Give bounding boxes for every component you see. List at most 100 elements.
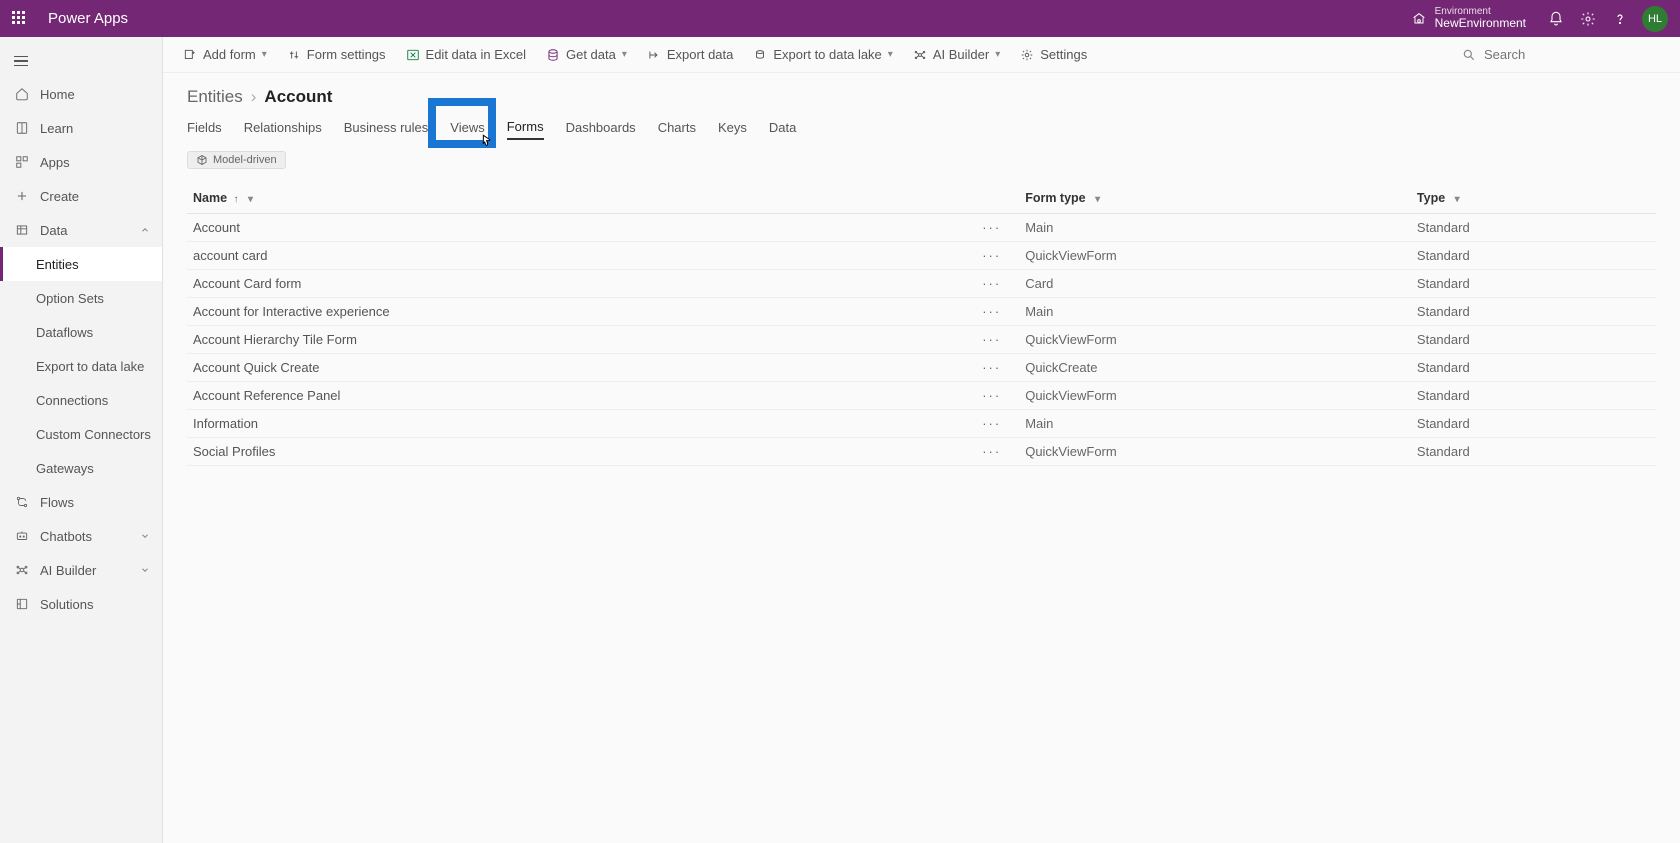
sidebar-item-label: Solutions xyxy=(40,597,93,612)
breadcrumb-parent[interactable]: Entities xyxy=(187,87,243,107)
table-row[interactable]: Account Card form···CardStandard xyxy=(187,270,1656,298)
sidebar-item-custom-connectors[interactable]: Custom Connectors xyxy=(0,417,162,451)
cmd-label: Add form xyxy=(203,47,256,62)
chevron-down-icon: ▾ xyxy=(1095,194,1100,205)
add-form-icon xyxy=(183,48,197,62)
sidebar: Home Learn Apps Create Data xyxy=(0,37,163,843)
tab-fields[interactable]: Fields xyxy=(187,116,222,139)
cell-form-type: QuickCreate xyxy=(1019,354,1411,382)
sidebar-item-label: Create xyxy=(40,189,79,204)
ai-icon xyxy=(14,562,30,578)
sidebar-item-chatbots[interactable]: Chatbots xyxy=(0,519,162,553)
sidebar-item-apps[interactable]: Apps xyxy=(0,145,162,179)
get-data-button[interactable]: Get data ▾ xyxy=(546,47,627,62)
col-name-header[interactable]: Name ↑ ▾ xyxy=(187,183,976,214)
sidebar-item-label: Export to data lake xyxy=(36,359,144,374)
hamburger-icon xyxy=(14,56,28,67)
user-avatar[interactable]: HL xyxy=(1642,6,1668,32)
tab-views[interactable]: Views xyxy=(450,116,484,139)
sidebar-toggle[interactable] xyxy=(0,45,162,77)
cell-type: Standard xyxy=(1411,242,1656,270)
table-row[interactable]: account card···QuickViewFormStandard xyxy=(187,242,1656,270)
tab-data[interactable]: Data xyxy=(769,116,796,139)
sidebar-item-label: Home xyxy=(40,87,75,102)
table-row[interactable]: Account for Interactive experience···Mai… xyxy=(187,298,1656,326)
solutions-icon xyxy=(14,596,30,612)
tab-keys[interactable]: Keys xyxy=(718,116,747,139)
sidebar-item-connections[interactable]: Connections xyxy=(0,383,162,417)
settings-button[interactable]: Settings xyxy=(1020,47,1087,62)
chevron-down-icon xyxy=(140,563,150,578)
help-icon[interactable] xyxy=(1604,3,1636,35)
sidebar-item-learn[interactable]: Learn xyxy=(0,111,162,145)
lake-icon xyxy=(753,48,767,62)
sidebar-item-home[interactable]: Home xyxy=(0,77,162,111)
export-data-button[interactable]: Export data xyxy=(647,47,734,62)
sidebar-item-data[interactable]: Data xyxy=(0,213,162,247)
sidebar-item-ai-builder[interactable]: AI Builder xyxy=(0,553,162,587)
search-box[interactable] xyxy=(1462,47,1660,62)
command-bar: Add form ▾ Form settings Edit data in Ex… xyxy=(163,37,1680,73)
row-more-icon[interactable]: ··· xyxy=(976,354,1019,382)
chevron-down-icon: ▾ xyxy=(1455,194,1460,205)
header-label: Form type xyxy=(1025,191,1085,205)
tab-forms[interactable]: Forms xyxy=(507,115,544,140)
sidebar-item-create[interactable]: Create xyxy=(0,179,162,213)
header-label: Type xyxy=(1417,191,1445,205)
tab-relationships[interactable]: Relationships xyxy=(244,116,322,139)
cell-name: Account Reference Panel xyxy=(187,382,976,410)
cmd-label: Get data xyxy=(566,47,616,62)
cell-name: Account Hierarchy Tile Form xyxy=(187,326,976,354)
table-row[interactable]: Account Reference Panel···QuickViewFormS… xyxy=(187,382,1656,410)
cell-form-type: Main xyxy=(1019,214,1411,242)
form-settings-icon xyxy=(287,48,301,62)
database-icon xyxy=(14,222,30,238)
row-more-icon[interactable]: ··· xyxy=(976,438,1019,466)
row-more-icon[interactable]: ··· xyxy=(976,214,1019,242)
chevron-right-icon: › xyxy=(251,87,257,107)
ai-builder-button[interactable]: AI Builder ▾ xyxy=(913,47,1000,62)
row-more-icon[interactable]: ··· xyxy=(976,242,1019,270)
table-row[interactable]: Account···MainStandard xyxy=(187,214,1656,242)
sidebar-item-gateways[interactable]: Gateways xyxy=(0,451,162,485)
tab-charts[interactable]: Charts xyxy=(658,116,696,139)
environment-switcher[interactable]: Environment NewEnvironment xyxy=(1411,6,1526,30)
table-row[interactable]: Account Hierarchy Tile Form···QuickViewF… xyxy=(187,326,1656,354)
add-form-button[interactable]: Add form ▾ xyxy=(183,47,267,62)
sidebar-item-solutions[interactable]: Solutions xyxy=(0,587,162,621)
row-more-icon[interactable]: ··· xyxy=(976,270,1019,298)
col-type-header[interactable]: Type ▾ xyxy=(1411,183,1656,214)
sidebar-item-dataflows[interactable]: Dataflows xyxy=(0,315,162,349)
notifications-icon[interactable] xyxy=(1540,3,1572,35)
app-launcher-icon[interactable] xyxy=(12,11,28,27)
row-more-icon[interactable]: ··· xyxy=(976,298,1019,326)
sidebar-item-option-sets[interactable]: Option Sets xyxy=(0,281,162,315)
row-more-icon[interactable]: ··· xyxy=(976,410,1019,438)
sidebar-item-flows[interactable]: Flows xyxy=(0,485,162,519)
export-lake-button[interactable]: Export to data lake ▾ xyxy=(753,47,892,62)
tab-dashboards[interactable]: Dashboards xyxy=(566,116,636,139)
sidebar-item-entities[interactable]: Entities xyxy=(0,247,162,281)
chevron-down-icon: ▾ xyxy=(262,49,267,60)
tab-business-rules[interactable]: Business rules xyxy=(344,116,429,139)
row-more-icon[interactable]: ··· xyxy=(976,326,1019,354)
row-more-icon[interactable]: ··· xyxy=(976,382,1019,410)
cell-name: Information xyxy=(187,410,976,438)
header-label: Name xyxy=(193,191,227,205)
apps-icon xyxy=(14,154,30,170)
settings-gear-icon[interactable] xyxy=(1572,3,1604,35)
sidebar-item-export-data-lake[interactable]: Export to data lake xyxy=(0,349,162,383)
sidebar-item-label: Apps xyxy=(40,155,70,170)
environment-label: Environment xyxy=(1435,6,1526,17)
form-settings-button[interactable]: Form settings xyxy=(287,47,386,62)
table-row[interactable]: Account Quick Create···QuickCreateStanda… xyxy=(187,354,1656,382)
search-input[interactable] xyxy=(1484,47,1660,62)
edit-excel-button[interactable]: Edit data in Excel xyxy=(406,47,526,62)
model-driven-chip[interactable]: Model-driven xyxy=(187,151,286,169)
table-row[interactable]: Information···MainStandard xyxy=(187,410,1656,438)
main-content: Add form ▾ Form settings Edit data in Ex… xyxy=(163,37,1680,843)
table-row[interactable]: Social Profiles···QuickViewFormStandard xyxy=(187,438,1656,466)
col-formtype-header[interactable]: Form type ▾ xyxy=(1019,183,1411,214)
cmd-label: Settings xyxy=(1040,47,1087,62)
cell-type: Standard xyxy=(1411,326,1656,354)
